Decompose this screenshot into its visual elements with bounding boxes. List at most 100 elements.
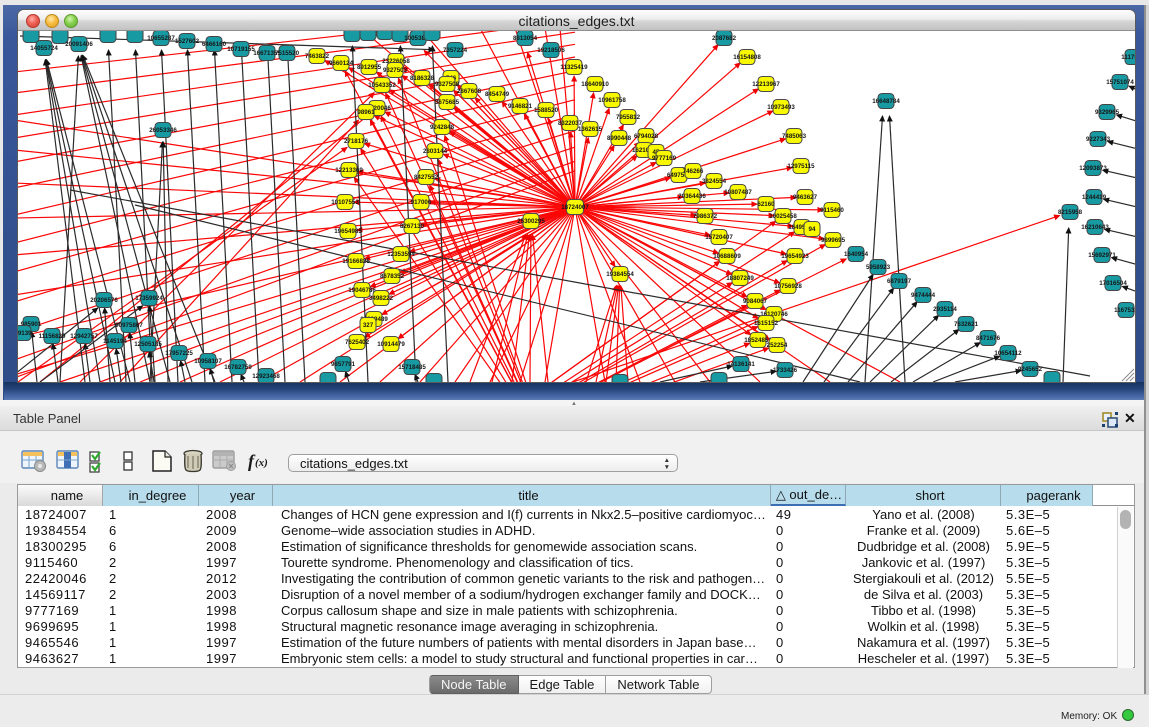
svg-text:8186328: 8186328 [410, 75, 435, 82]
svg-text:9899695: 9899695 [821, 237, 846, 244]
svg-text:8678352: 8678352 [380, 273, 405, 280]
svg-text:17957225: 17957225 [165, 350, 193, 357]
svg-text:19654985: 19654985 [334, 228, 362, 235]
svg-text:3824554: 3824554 [702, 178, 727, 185]
svg-text:9084067: 9084067 [743, 298, 768, 305]
svg-text:19384554: 19384554 [606, 271, 634, 278]
svg-text:7632621: 7632621 [954, 321, 979, 328]
svg-text:39139: 39139 [18, 330, 32, 337]
svg-text:9857791: 9857791 [331, 361, 356, 368]
svg-text:1588520: 1588520 [534, 107, 559, 114]
svg-text:10973493: 10973493 [767, 104, 795, 111]
svg-text:10025458: 10025458 [769, 213, 797, 220]
svg-text:18724007: 18724007 [561, 204, 589, 211]
svg-text:10655287: 10655287 [147, 35, 175, 42]
svg-text:18640910: 18640910 [581, 81, 609, 88]
svg-text:7485063: 7485063 [782, 133, 807, 140]
svg-text:90975867: 90975867 [115, 322, 143, 329]
svg-text:19218506: 19218506 [537, 47, 565, 54]
svg-text:7515520: 7515520 [275, 50, 300, 57]
svg-text:7955812: 7955812 [616, 114, 641, 121]
svg-text:9327503: 9327503 [383, 67, 408, 74]
svg-text:14055724: 14055724 [30, 45, 58, 52]
svg-text:12942757: 12942757 [70, 333, 98, 340]
svg-text:8454749: 8454749 [485, 91, 510, 98]
svg-text:2803144: 2803144 [423, 148, 448, 155]
svg-text:19046786: 19046786 [348, 287, 376, 294]
svg-text:(x): (x) [255, 457, 268, 469]
svg-text:1362615: 1362615 [578, 126, 603, 133]
svg-text:10107553: 10107553 [331, 199, 359, 206]
svg-text:14136141: 14136141 [727, 361, 755, 368]
svg-text:10756928: 10756928 [774, 283, 802, 290]
svg-text:9115460: 9115460 [820, 207, 844, 214]
svg-text:12505185: 12505185 [134, 341, 162, 348]
svg-text:15751074: 15751074 [1106, 79, 1134, 86]
svg-text:12923468: 12923468 [252, 373, 280, 380]
svg-text:1615152: 1615152 [754, 320, 779, 327]
svg-text:19166825: 19166825 [342, 258, 370, 265]
svg-text:19654923: 19654923 [781, 253, 809, 260]
svg-text:62160: 62160 [757, 201, 775, 208]
svg-text:1640954: 1640954 [844, 251, 869, 258]
svg-text:98961: 98961 [357, 109, 375, 116]
svg-text:7463822: 7463822 [305, 53, 330, 60]
svg-text:10688609: 10688609 [713, 253, 741, 260]
svg-text:9327508: 9327508 [435, 81, 460, 88]
svg-text:9329965: 9329965 [1095, 109, 1120, 116]
svg-text:15718485: 15718485 [398, 364, 426, 371]
svg-text:8990448: 8990448 [607, 135, 632, 142]
svg-text:7986372: 7986372 [693, 213, 718, 220]
svg-text:12213967: 12213967 [752, 81, 780, 88]
svg-text:2087682: 2087682 [712, 35, 737, 42]
svg-text:3498222: 3498222 [369, 295, 394, 302]
svg-text:5958923: 5958923 [866, 264, 891, 271]
svg-text:16154808: 16154808 [733, 54, 761, 61]
svg-text:3675685: 3675685 [435, 99, 460, 106]
svg-text:18807249: 18807249 [726, 275, 754, 282]
svg-text:2935114: 2935114 [933, 306, 957, 313]
svg-text:17359924: 17359924 [135, 295, 163, 302]
svg-text:16210643: 16210643 [1081, 224, 1109, 231]
svg-text:17016504: 17016504 [1099, 280, 1127, 287]
svg-text:9242848: 9242848 [430, 124, 455, 131]
svg-text:7625402: 7625402 [345, 339, 370, 346]
svg-text:11325419: 11325419 [560, 64, 588, 71]
svg-text:1145194: 1145194 [103, 338, 127, 345]
svg-text:1167533: 1167533 [1114, 307, 1135, 314]
svg-text:6466160: 6466160 [202, 41, 227, 48]
svg-text:8471676: 8471676 [976, 335, 1001, 342]
svg-text:9146821: 9146821 [508, 103, 533, 110]
svg-text:10961758: 10961758 [598, 97, 626, 104]
svg-text:2718176: 2718176 [344, 138, 369, 145]
svg-text:12353594: 12353594 [387, 251, 415, 258]
svg-text:6879197: 6879197 [887, 278, 912, 285]
svg-text:94: 94 [809, 226, 816, 233]
svg-text:9660124: 9660124 [329, 60, 354, 67]
svg-text:9777169: 9777169 [652, 155, 677, 162]
svg-text:1244419: 1244419 [1082, 194, 1107, 201]
svg-text:12975115: 12975115 [787, 163, 815, 170]
svg-text:20364436: 20364436 [678, 193, 706, 200]
svg-text:10654112: 10654112 [994, 350, 1022, 357]
svg-text:8215958: 8215958 [1058, 209, 1083, 216]
svg-text:26053346: 26053346 [149, 127, 177, 134]
svg-text:20206576: 20206576 [90, 297, 118, 304]
svg-text:8267130: 8267130 [400, 223, 425, 230]
svg-text:9227343: 9227343 [1086, 136, 1111, 143]
svg-text:8912955: 8912955 [357, 64, 382, 71]
svg-text:1117544: 1117544 [1121, 54, 1135, 61]
svg-text:327: 327 [363, 322, 374, 329]
svg-text:746266: 746266 [683, 168, 704, 175]
svg-text:20091406: 20091406 [65, 41, 93, 48]
svg-text:1527602: 1527602 [175, 38, 200, 45]
svg-text:12213369: 12213369 [335, 167, 363, 174]
svg-text:252254: 252254 [767, 342, 788, 349]
svg-text:16782759: 16782759 [224, 364, 252, 371]
svg-text:10807487: 10807487 [724, 189, 752, 196]
svg-text:25300295: 25300295 [517, 218, 545, 225]
svg-text:11156829: 11156829 [39, 333, 66, 340]
svg-text:917006: 917006 [411, 199, 432, 206]
svg-text:9463627: 9463627 [793, 194, 818, 201]
svg-text:1733426: 1733426 [773, 367, 798, 374]
